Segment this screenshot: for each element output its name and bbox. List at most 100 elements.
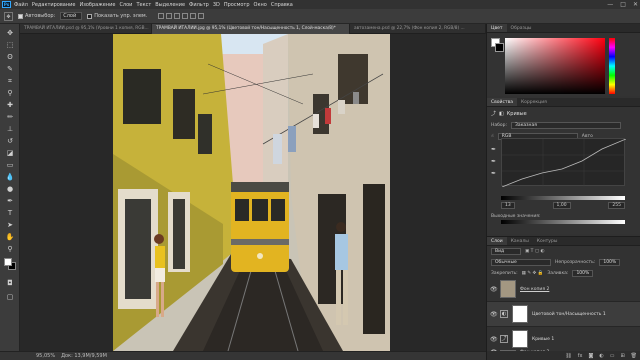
curves-graph[interactable]: [501, 138, 627, 188]
input-mid-value[interactable]: 1,00: [552, 202, 571, 209]
align-right-icon[interactable]: [174, 13, 181, 19]
quick-mask-icon[interactable]: ◘: [4, 278, 16, 288]
fill-input[interactable]: 100%: [572, 270, 594, 277]
menu-window[interactable]: Окно: [254, 2, 267, 8]
eyedropper-black-icon[interactable]: ✒: [491, 146, 496, 153]
layer-name[interactable]: Фон копия 2: [520, 287, 549, 292]
lock-label: Закрепить:: [491, 271, 518, 276]
link-icon[interactable]: ⛓: [565, 353, 571, 359]
eye-icon[interactable]: 👁: [490, 336, 498, 343]
dodge-tool-icon[interactable]: ●: [4, 184, 16, 194]
crop-tool-icon[interactable]: ⌗: [4, 76, 16, 86]
align-top-icon[interactable]: [182, 13, 189, 19]
menu-image[interactable]: Изображение: [79, 2, 115, 8]
autoselect-checkbox[interactable]: Автовыбор:: [18, 13, 55, 19]
input-levels-row: 13 1,00 255: [501, 202, 625, 209]
fx-icon[interactable]: fx: [578, 353, 583, 359]
tab-channels[interactable]: Каналы: [507, 237, 533, 245]
trash-icon[interactable]: 🗑: [631, 353, 637, 359]
doc-tab-2[interactable]: ТРАМВАЙ ИТАЛИИ.jpg @ 95,1% (Цветовой тон…: [152, 24, 350, 34]
move-tool-icon[interactable]: ✥: [4, 11, 13, 21]
folder-icon[interactable]: ▭: [610, 353, 615, 359]
layer-name[interactable]: Цветовой тон/Насыщенность 1: [532, 312, 606, 317]
adjustment-icon[interactable]: ◐: [599, 353, 603, 359]
menu-edit[interactable]: Редактирование: [32, 2, 76, 8]
input-black-value[interactable]: 13: [501, 202, 515, 209]
layer-row[interactable]: 👁 ◐ Цветовой тон/Насыщенность 1: [487, 302, 640, 327]
screen-mode-icon[interactable]: ▢: [4, 292, 16, 302]
blur-tool-icon[interactable]: 💧: [4, 172, 16, 182]
layer-row[interactable]: 👁 Фон копия 2: [487, 277, 640, 302]
history-brush-icon[interactable]: ↺: [4, 136, 16, 146]
path-select-icon[interactable]: ➤: [4, 220, 16, 230]
align-middle-icon[interactable]: [190, 13, 197, 19]
brush-tool-icon[interactable]: ✏: [4, 112, 16, 122]
lock-icon[interactable]: ▦ ✎ ✥ 🔒: [522, 271, 544, 276]
foreground-color-swatch[interactable]: [4, 258, 12, 266]
hue-slider[interactable]: [609, 38, 615, 94]
layer-row[interactable]: 👁 ⤴ Кривые 1: [487, 327, 640, 352]
clone-stamp-icon[interactable]: ⊥: [4, 124, 16, 134]
lasso-tool-icon[interactable]: ʘ: [4, 52, 16, 62]
menu-file[interactable]: Файл: [14, 2, 28, 8]
menu-select[interactable]: Выделение: [155, 2, 185, 8]
close-icon[interactable]: ✕: [633, 1, 638, 8]
maximize-icon[interactable]: □: [620, 1, 626, 8]
eyedropper-icon[interactable]: ⚲: [4, 88, 16, 98]
tab-layers[interactable]: Слои: [487, 237, 507, 245]
canvas-area[interactable]: [20, 34, 486, 351]
show-controls-checkbox[interactable]: Показать упр. элем.: [87, 13, 147, 19]
layer-kind-dropdown[interactable]: Вид: [491, 248, 521, 255]
eye-icon[interactable]: 👁: [490, 311, 498, 318]
autoselect-dropdown[interactable]: Слой: [60, 12, 83, 20]
align-center-icon[interactable]: [166, 13, 173, 19]
minimize-icon[interactable]: —: [607, 1, 613, 8]
eye-icon[interactable]: 👁: [490, 286, 498, 293]
filter-icon[interactable]: ▣ T ▢ ◐: [525, 249, 544, 254]
tab-adjustments[interactable]: Коррекция: [517, 98, 551, 106]
menu-view[interactable]: Просмотр: [224, 2, 250, 8]
menu-3d[interactable]: 3D: [213, 2, 220, 8]
align-bottom-icon[interactable]: [198, 13, 205, 19]
tab-swatches[interactable]: Образцы: [507, 24, 536, 32]
eraser-icon[interactable]: ◪: [4, 148, 16, 158]
output-gradient-bar: [501, 220, 625, 224]
quick-select-icon[interactable]: ✎: [4, 64, 16, 74]
zoom-tool-icon[interactable]: ⚲: [4, 244, 16, 254]
input-gradient-bar: [501, 196, 625, 200]
background-color-swatch[interactable]: [495, 43, 504, 52]
healing-brush-icon[interactable]: ✚: [4, 100, 16, 110]
hand-icon[interactable]: ☝: [491, 134, 494, 139]
add-mask-icon[interactable]: ◙: [588, 353, 593, 359]
type-tool-icon[interactable]: T: [4, 208, 16, 218]
menu-help[interactable]: Справка: [271, 2, 293, 8]
new-layer-icon[interactable]: ⊞: [620, 353, 624, 359]
doc-tab-3[interactable]: автозамена.psd @ 22,7% (Фон копия 2, RGB…: [350, 24, 486, 34]
blend-mode-dropdown[interactable]: Обычные: [491, 259, 551, 266]
marquee-tool-icon[interactable]: ⬚: [4, 40, 16, 50]
menu-text[interactable]: Текст: [136, 2, 151, 8]
eyedropper-white-icon[interactable]: ✒: [491, 170, 496, 177]
layer-mask-thumbnail[interactable]: [512, 330, 528, 348]
menu-layers[interactable]: Слои: [119, 2, 132, 8]
eyedropper-gray-icon[interactable]: ✒: [491, 158, 496, 165]
move-tool-icon[interactable]: ✥: [4, 28, 16, 38]
tab-properties[interactable]: Свойства: [487, 98, 517, 106]
pen-tool-icon[interactable]: ✒: [4, 196, 16, 206]
tab-color[interactable]: Цвет: [487, 24, 507, 32]
layer-mask-thumbnail[interactable]: [512, 305, 528, 323]
align-left-icon[interactable]: [158, 13, 165, 19]
menu-filter[interactable]: Фильтр: [189, 2, 209, 8]
preset-dropdown[interactable]: Заказная: [511, 122, 622, 129]
layer-filter-row: Вид ▣ T ▢ ◐: [487, 246, 640, 257]
gradient-tool-icon[interactable]: ▭: [4, 160, 16, 170]
color-picker-field[interactable]: [505, 38, 605, 94]
zoom-readout[interactable]: 95,05%: [36, 353, 55, 359]
opacity-input[interactable]: 100%: [599, 259, 621, 266]
output-label: Выходные значения:: [491, 214, 541, 219]
tab-paths[interactable]: Контуры: [533, 237, 562, 245]
layer-name[interactable]: Кривые 1: [532, 337, 554, 342]
hand-tool-icon[interactable]: ✋: [4, 232, 16, 242]
input-white-value[interactable]: 255: [608, 202, 625, 209]
doc-tab-1[interactable]: ТРАМВАЙ ИТАЛИИ.psd @ 95,1% (Уровни 1 коп…: [20, 24, 152, 34]
